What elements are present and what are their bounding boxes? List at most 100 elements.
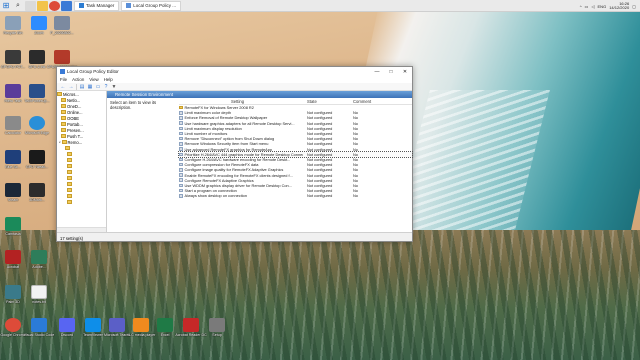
close-icon[interactable]: ✕ bbox=[398, 67, 412, 76]
hiero-icon bbox=[5, 84, 21, 98]
forward-icon[interactable]: → bbox=[68, 84, 74, 90]
desktop-icon-acrobat[interactable]: Acrobat bbox=[0, 250, 26, 269]
tree-pane: Micros... Netlo... OneD... Online... OOB… bbox=[57, 91, 107, 232]
file-explorer-icon[interactable] bbox=[37, 0, 48, 11]
column-setting[interactable]: Setting bbox=[179, 99, 303, 104]
desktop-icon-notes[interactable]: notes.txt bbox=[26, 285, 52, 304]
folder-icon bbox=[61, 122, 66, 126]
image-file-icon bbox=[54, 16, 70, 30]
menubar: File Action View Help bbox=[57, 76, 412, 83]
policy-setting-icon bbox=[179, 194, 183, 198]
desktop-icon-3dmark[interactable]: 3DMark... bbox=[24, 183, 50, 202]
desktop-icon-bluescreen[interactable]: Blue Sc... bbox=[0, 150, 26, 169]
paint3d-icon bbox=[5, 285, 21, 299]
text-file-icon bbox=[31, 285, 47, 299]
desktop-icon-recycle-bin[interactable]: Recycle Bin bbox=[0, 16, 26, 35]
desktop-icon-hiero[interactable]: Hiero Tech bbox=[0, 84, 26, 103]
maximize-icon[interactable]: □ bbox=[384, 67, 398, 76]
menu-file[interactable]: File bbox=[60, 77, 67, 82]
policy-setting-icon bbox=[179, 157, 183, 162]
desktop-icon-photo[interactable]: P_20200802... bbox=[49, 16, 75, 35]
menu-view[interactable]: View bbox=[89, 77, 98, 82]
folder-icon bbox=[67, 188, 72, 192]
setting-comment: No bbox=[353, 193, 358, 199]
window-title: Local Group Policy Editor bbox=[67, 69, 119, 74]
language-indicator[interactable]: ENG bbox=[598, 4, 607, 9]
policy-setting-icon bbox=[179, 126, 183, 131]
desktop-icon-calculator[interactable]: Calculator bbox=[0, 116, 26, 135]
policy-setting-icon bbox=[179, 178, 183, 182]
setup-icon bbox=[209, 318, 225, 332]
folder-icon bbox=[179, 105, 183, 110]
task-view-icon[interactable] bbox=[25, 0, 36, 11]
taskbar-task-group-policy[interactable]: Local Group Policy ... bbox=[121, 0, 182, 11]
minimize-icon[interactable]: — bbox=[370, 67, 384, 76]
recycle-bin-icon bbox=[5, 16, 21, 30]
desktop-icon-vlc[interactable]: VLC media player bbox=[127, 318, 155, 337]
export-list-icon[interactable]: ▭ bbox=[95, 84, 101, 90]
desktop-icon-discord[interactable]: Discord bbox=[54, 318, 80, 337]
desktop-icon-paint3d[interactable]: Paint 3D bbox=[0, 285, 26, 304]
desktop-icon-techpowerup[interactable]: TechPowerUp... bbox=[24, 84, 50, 103]
folder-icon bbox=[61, 140, 67, 144]
clock-date: 14/12/2020 bbox=[609, 5, 630, 10]
pdf-icon bbox=[183, 318, 199, 332]
menu-action[interactable]: Action bbox=[72, 77, 84, 82]
toolbar-separator bbox=[76, 83, 77, 90]
folder-icon bbox=[67, 176, 72, 180]
desktop-icon-acrobat-reader[interactable]: Acrobat Reader DC bbox=[175, 318, 207, 337]
clock[interactable]: 16:26 14/12/2020 bbox=[609, 1, 630, 11]
chevron-up-icon[interactable]: ^ bbox=[580, 4, 582, 9]
setting-state: Not configured bbox=[307, 193, 333, 199]
desktop-icon-vscode[interactable]: Visual Studio Code bbox=[24, 318, 54, 337]
policy-setting-icon bbox=[179, 142, 183, 146]
desktop-icon-teamviewer[interactable]: TeamViewer bbox=[80, 318, 106, 337]
folder-icon bbox=[67, 182, 72, 186]
folder-icon bbox=[67, 164, 72, 168]
search-icon[interactable]: ⌕ bbox=[12, 0, 24, 12]
policy-setting-icon bbox=[179, 147, 183, 151]
list-header: Setting State Comment bbox=[179, 98, 412, 105]
desktop-icon-setup[interactable]: Setup bbox=[204, 318, 230, 337]
desktop-icon-chrome[interactable]: Google Chrome bbox=[0, 318, 26, 337]
taskbar-task-task-manager[interactable]: Task Manager bbox=[74, 0, 120, 11]
column-state[interactable]: State bbox=[303, 99, 349, 104]
vscode-icon bbox=[31, 318, 47, 332]
volume-icon[interactable]: ◁ bbox=[591, 4, 594, 9]
chrome-icon[interactable] bbox=[49, 0, 60, 11]
settings-list: Setting State Comment RemoteFX for Windo… bbox=[178, 98, 413, 232]
column-comment[interactable]: Comment bbox=[349, 99, 412, 104]
show-hide-tree-icon[interactable]: ▤ bbox=[79, 84, 85, 90]
3dmark-icon bbox=[29, 183, 45, 197]
tree-item[interactable] bbox=[57, 199, 106, 205]
desktop-icon-steam[interactable]: Steam bbox=[0, 183, 26, 202]
toolbar: ← → ▤ ▦ ▭ ? ▼ bbox=[57, 83, 412, 91]
taskbar-task-label: Local Group Policy ... bbox=[133, 3, 177, 8]
chevron-down-icon[interactable]: v bbox=[59, 140, 61, 144]
help-icon[interactable]: ? bbox=[103, 84, 109, 90]
start-icon[interactable]: ⊞ bbox=[0, 0, 12, 12]
menu-help[interactable]: Help bbox=[104, 77, 113, 82]
folder-icon bbox=[67, 158, 72, 162]
folder-icon bbox=[67, 194, 72, 198]
desktop-icon-edge[interactable]: Microsoft Edge bbox=[24, 116, 50, 135]
gpu-z-icon bbox=[29, 50, 45, 64]
properties-icon[interactable]: ▦ bbox=[87, 84, 93, 90]
desktop-icon-gpgpu[interactable]: GPGPU-PCT... bbox=[0, 50, 26, 69]
table-row[interactable]: Always show desktop on connection Not con… bbox=[179, 193, 412, 198]
folder-icon bbox=[67, 170, 72, 174]
policy-setting-icon bbox=[179, 121, 183, 125]
notifications-icon[interactable]: ▢ bbox=[632, 4, 636, 9]
taskmanager-pin-icon[interactable] bbox=[61, 0, 72, 11]
network-icon[interactable]: ▭ bbox=[585, 4, 589, 9]
back-icon[interactable]: ← bbox=[60, 84, 66, 90]
teams-icon bbox=[109, 318, 125, 332]
folder-icon bbox=[61, 110, 66, 114]
wallpaper-land-shade bbox=[0, 230, 640, 360]
desktop-icon-camtasia[interactable]: Camtasia bbox=[0, 217, 26, 236]
filter-icon[interactable]: ▼ bbox=[111, 84, 117, 90]
window-titlebar[interactable]: Local Group Policy Editor — □ ✕ bbox=[57, 67, 412, 76]
desktop-icon-gpu-tweak[interactable]: GPU Tweak... bbox=[24, 150, 50, 169]
desktop-icon-adobe[interactable]: Adobe... bbox=[26, 250, 52, 269]
policy-setting-icon bbox=[179, 131, 183, 136]
